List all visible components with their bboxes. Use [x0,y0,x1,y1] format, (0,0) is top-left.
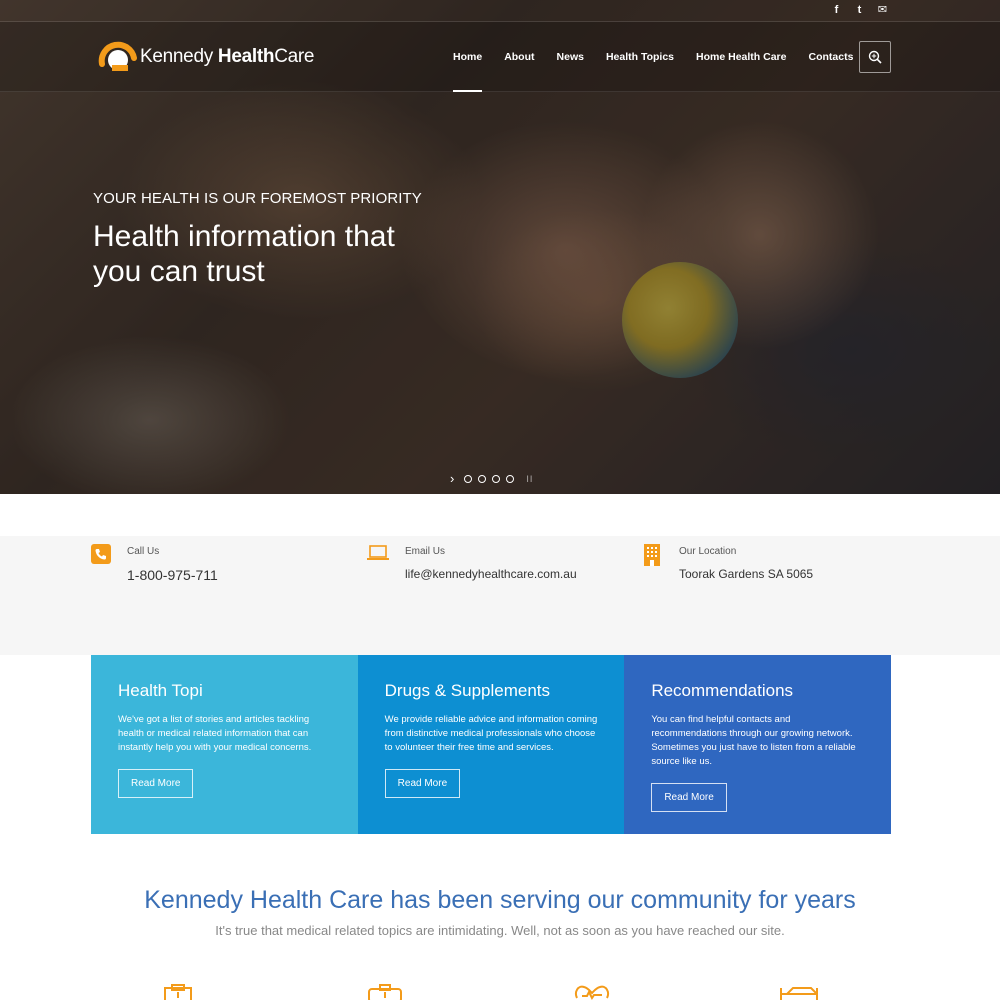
envelope-icon[interactable]: ✉ [877,4,888,17]
feature-recommendations: Recommendations You can find helpful con… [624,655,891,834]
feature-health-topics: Health Topi We've got a list of stories … [91,655,358,834]
laptop-icon [367,544,389,566]
nav-home-health-care[interactable]: Home Health Care [685,22,797,92]
slider-dot[interactable] [464,475,473,483]
nav-about[interactable]: About [493,22,545,92]
about-subtitle: It's true that medical related topics ar… [215,923,785,938]
slider-dot[interactable] [492,475,501,483]
contact-location-label: Our Location [679,546,737,557]
nav-news[interactable]: News [546,22,595,92]
contact-location: Our Location Toorak Gardens SA 5065 [643,544,813,581]
contact-call-label: Call Us [127,546,160,557]
top-bar: f t ✉ [0,0,1000,22]
read-more-button[interactable]: Read More [384,769,461,798]
building-icon [643,544,663,566]
search-button[interactable] [859,41,891,73]
logo-mark-icon [96,38,138,76]
about-title: Kennedy Health Care has been serving our… [144,886,856,914]
feature-title: Recommendations [651,681,794,700]
contact-strip: Call Us 1-800-975-711 Email Us life@kenn… [0,536,1000,655]
nav-home[interactable]: Home [442,22,493,92]
search-icon [868,50,882,64]
feature-title: Health Topi [118,681,203,700]
nav-health-topics[interactable]: Health Topics [595,22,685,92]
hospital-bed-icon [779,984,819,1000]
main-navbar: Kennedy HealthCare Home About News Healt… [0,22,1000,92]
contact-email-value[interactable]: life@kennedyhealthcare.com.au [405,567,577,581]
hero-banner: f t ✉ Kennedy HealthCare Home About News… [0,0,1000,494]
facebook-icon[interactable]: f [831,4,842,17]
slider-dot[interactable] [506,475,515,483]
logo-text: Kennedy HealthCare [140,46,315,67]
heart-monitor-icon [574,984,610,1000]
feature-text: We provide reliable advice and informati… [384,714,598,753]
contact-location-value: Toorak Gardens SA 5065 [679,567,814,581]
social-links: f t ✉ [831,4,888,17]
read-more-button[interactable]: Read More [651,783,727,812]
hero-title: Health information that you can trust [93,220,395,288]
primary-nav: Home About News Health Topics Home Healt… [442,22,864,92]
contact-call-value[interactable]: 1-800-975-711 [127,567,218,583]
clipboard-icon [163,984,193,1000]
hero-kicker: YOUR HEALTH IS OUR FOREMOST PRIORITY [93,190,422,207]
feature-text: We've got a list of stories and articles… [118,714,312,753]
medical-bag-icon [368,984,402,1000]
feature-boxes: Health Topi We've got a list of stories … [91,655,891,834]
slider-dot[interactable] [478,475,487,483]
chevron-right-icon[interactable]: › [450,472,454,485]
service-icons [0,984,1000,1000]
pause-icon[interactable]: II [526,474,533,484]
contact-email: Email Us life@kennedyhealthcare.com.au [367,544,577,581]
nav-contacts[interactable]: Contacts [797,22,864,92]
read-more-button[interactable]: Read More [118,769,194,798]
feature-drugs-supplements: Drugs & Supplements We provide reliable … [357,655,625,834]
slider-controls: › II [450,472,533,485]
contact-call: Call Us 1-800-975-711 [91,544,218,583]
contact-email-label: Email Us [405,546,446,557]
twitter-icon[interactable]: t [854,4,865,17]
hero-text: YOUR HEALTH IS OUR FOREMOST PRIORITY Hea… [93,190,513,289]
feature-text: You can find helpful contacts and recomm… [651,714,856,767]
site-logo[interactable]: Kennedy HealthCare [96,38,314,76]
feature-title: Drugs & Supplements [384,681,551,700]
phone-icon [91,544,111,566]
